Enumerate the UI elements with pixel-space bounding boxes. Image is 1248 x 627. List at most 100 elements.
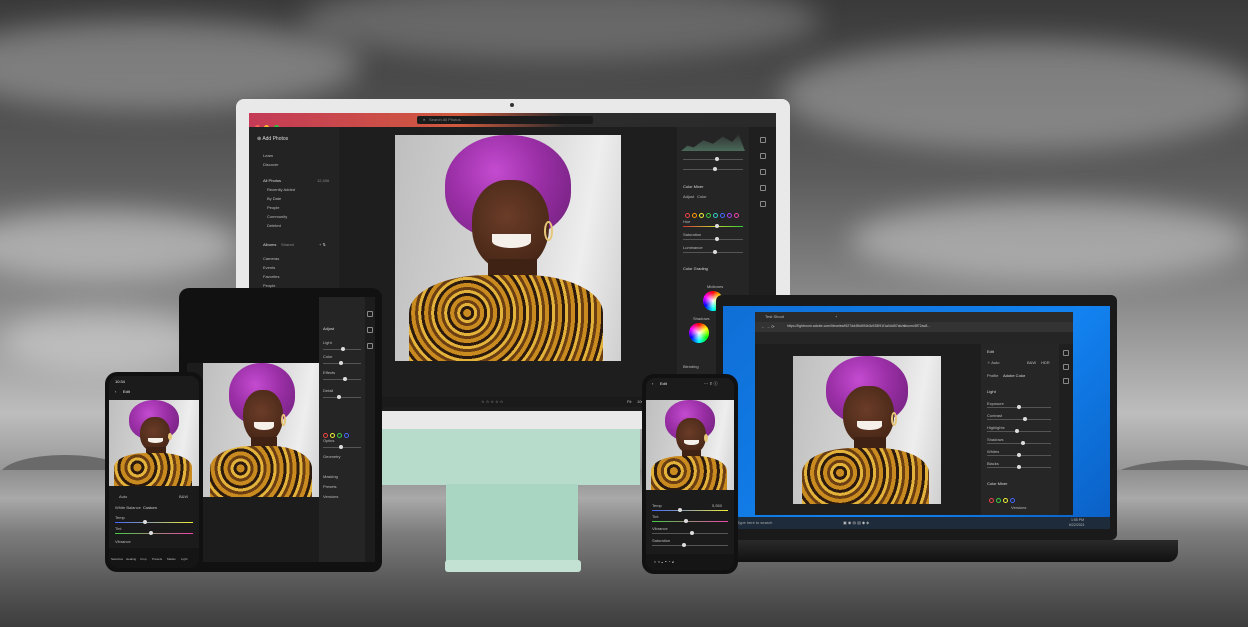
color-mixer-header[interactable]: Color Mixer: [683, 185, 703, 189]
add-album-icon[interactable]: + ⇅: [319, 243, 326, 247]
url-input[interactable]: https://lightroom.adobe.com/libraries/f6…: [787, 324, 930, 329]
white-balance-label: White Balance: [115, 505, 141, 510]
laptop-base: [700, 540, 1178, 562]
edit-menu[interactable]: Edit: [660, 382, 667, 386]
taskbar-apps[interactable]: ▣ ◉ ◍ ▤ ◆ ◈: [843, 521, 869, 525]
effects-row[interactable]: Effects: [323, 371, 335, 375]
presets-row[interactable]: Presets: [323, 485, 337, 489]
luminance-label: Luminance: [683, 245, 703, 250]
sidebar-item-all-photos[interactable]: All Photos: [263, 179, 281, 183]
edit-menu[interactable]: Edit: [123, 390, 130, 394]
edit-icon[interactable]: [760, 137, 766, 143]
new-tab-icon[interactable]: +: [835, 315, 837, 319]
white-balance-select[interactable]: Custom: [143, 506, 157, 510]
photo-canvas[interactable]: [395, 135, 621, 361]
optics-row[interactable]: Optics: [323, 439, 334, 443]
light-header[interactable]: Light: [987, 390, 996, 394]
masking-row[interactable]: Masking: [323, 475, 338, 479]
tab-shared[interactable]: Shared: [281, 243, 294, 247]
detail-row[interactable]: Detail: [323, 389, 333, 393]
color-grading-header[interactable]: Color Grading: [683, 267, 708, 271]
edit-icon[interactable]: [367, 311, 373, 317]
bw-button[interactable]: B&W: [179, 495, 188, 499]
photo-canvas[interactable]: [646, 400, 734, 490]
tool-icons[interactable]: ◐ ◑ ◒ ◓ ◔ ◕: [654, 560, 674, 564]
sidebar-item-community[interactable]: Community: [267, 215, 287, 219]
blending-label: Blending: [683, 364, 699, 369]
cloud: [0, 310, 200, 370]
versions-button[interactable]: Versions: [1011, 506, 1026, 510]
adjust-label: Adjust: [683, 194, 695, 199]
album-item[interactable]: Events: [263, 266, 275, 270]
tool-selective[interactable]: Selective: [111, 558, 123, 561]
hue-label: Hue: [683, 219, 691, 224]
bw-button[interactable]: B&W: [1027, 361, 1036, 365]
photo-canvas[interactable]: [203, 363, 321, 497]
fit-button[interactable]: Fit: [627, 400, 631, 404]
sidebar-item-recently-added[interactable]: Recently Added: [267, 188, 295, 192]
tool-presets[interactable]: Presets: [152, 558, 162, 561]
edit-header: Edit: [987, 349, 994, 354]
histogram: [681, 134, 745, 151]
auto-button[interactable]: Auto: [119, 495, 127, 499]
laptop-screen: Test Shoot + ← → ⟳ https://lightroom.ado…: [723, 306, 1110, 529]
edit-panel: Edit ✧ Auto B&W HDR Profile Adobe Color …: [981, 344, 1059, 515]
sidebar-item-deleted[interactable]: Deleted: [267, 224, 281, 228]
hdr-button[interactable]: HDR: [1041, 361, 1050, 365]
sidebar-item-discover[interactable]: Discover: [263, 163, 279, 167]
add-photos-button[interactable]: ⊕ Add Photos: [257, 137, 288, 142]
tab-albums[interactable]: Albums: [263, 243, 276, 247]
crop-icon[interactable]: [367, 327, 373, 333]
tool-strip: [365, 297, 375, 562]
vibrance-label: Vibrance: [652, 526, 668, 531]
crop-icon[interactable]: [760, 153, 766, 159]
sidebar-item-by-date[interactable]: By Date: [267, 197, 281, 201]
back-icon[interactable]: ‹: [652, 382, 653, 386]
tool-healing[interactable]: Healing: [126, 558, 136, 561]
all-photos-count: 12,406: [317, 178, 330, 183]
search-input[interactable]: ⌕ Search All Photos: [417, 116, 593, 124]
whites-label: Whites: [987, 449, 1000, 454]
more-icon[interactable]: ⋯ ⇪ ⓘ: [704, 382, 718, 386]
auto-button[interactable]: ✧ Auto: [987, 361, 999, 365]
color-swatches[interactable]: [685, 205, 741, 223]
album-item[interactable]: Cameras: [263, 257, 279, 261]
color-mixer-header[interactable]: Color Mixer: [987, 482, 1007, 486]
search-placeholder: Search All Photos: [429, 117, 461, 122]
tool-crop[interactable]: Crop: [140, 558, 147, 561]
healing-icon[interactable]: [367, 343, 373, 349]
adjust-select[interactable]: Color: [697, 195, 707, 199]
shadows-color-wheel[interactable]: [689, 323, 709, 343]
photo-canvas[interactable]: [109, 400, 199, 486]
phone-left-screen: 10:34 ‹ Edit Auto B&W White Balance Cust…: [109, 376, 199, 568]
healing-icon[interactable]: [760, 169, 766, 175]
camera-dot: [510, 103, 514, 107]
browser-tab[interactable]: Test Shoot: [765, 315, 784, 319]
edit-panel: Adjust Light Color Effects Detail Optics…: [319, 297, 365, 562]
versions-row[interactable]: Versions: [323, 495, 338, 499]
contrast-label: Contrast: [987, 413, 1003, 418]
masking-icon[interactable]: [760, 185, 766, 191]
taskbar-search[interactable]: Type here to search: [737, 521, 772, 525]
light-row[interactable]: Light: [323, 341, 332, 345]
edit-icon[interactable]: [1063, 350, 1069, 356]
photo-canvas[interactable]: [793, 356, 941, 504]
sidebar-item-learn[interactable]: Learn: [263, 154, 273, 158]
profile-select[interactable]: Adobe Color: [1003, 374, 1025, 378]
exposure-label: Exposure: [987, 401, 1004, 406]
info-icon[interactable]: [760, 201, 766, 207]
crop-icon[interactable]: [1063, 364, 1069, 370]
cloud: [0, 20, 360, 110]
phone-right-screen: ‹ Edit ⋯ ⇪ ⓘ Temp 5,550 Tint Vibrance Sa…: [646, 378, 734, 570]
back-icon[interactable]: ← → ⟳: [761, 325, 775, 329]
tool-masks[interactable]: Masks: [167, 558, 176, 561]
rating-stars[interactable]: ☆ ☆ ☆ ☆ ☆: [481, 400, 503, 404]
album-item[interactable]: Favorites: [263, 275, 279, 279]
back-icon[interactable]: ‹: [115, 390, 116, 394]
cloud: [780, 40, 1248, 150]
geometry-row[interactable]: Geometry: [323, 455, 341, 459]
healing-icon[interactable]: [1063, 378, 1069, 384]
sidebar-item-people[interactable]: People: [267, 206, 279, 210]
color-row[interactable]: Color: [323, 355, 333, 359]
tool-light[interactable]: Light: [181, 558, 188, 561]
